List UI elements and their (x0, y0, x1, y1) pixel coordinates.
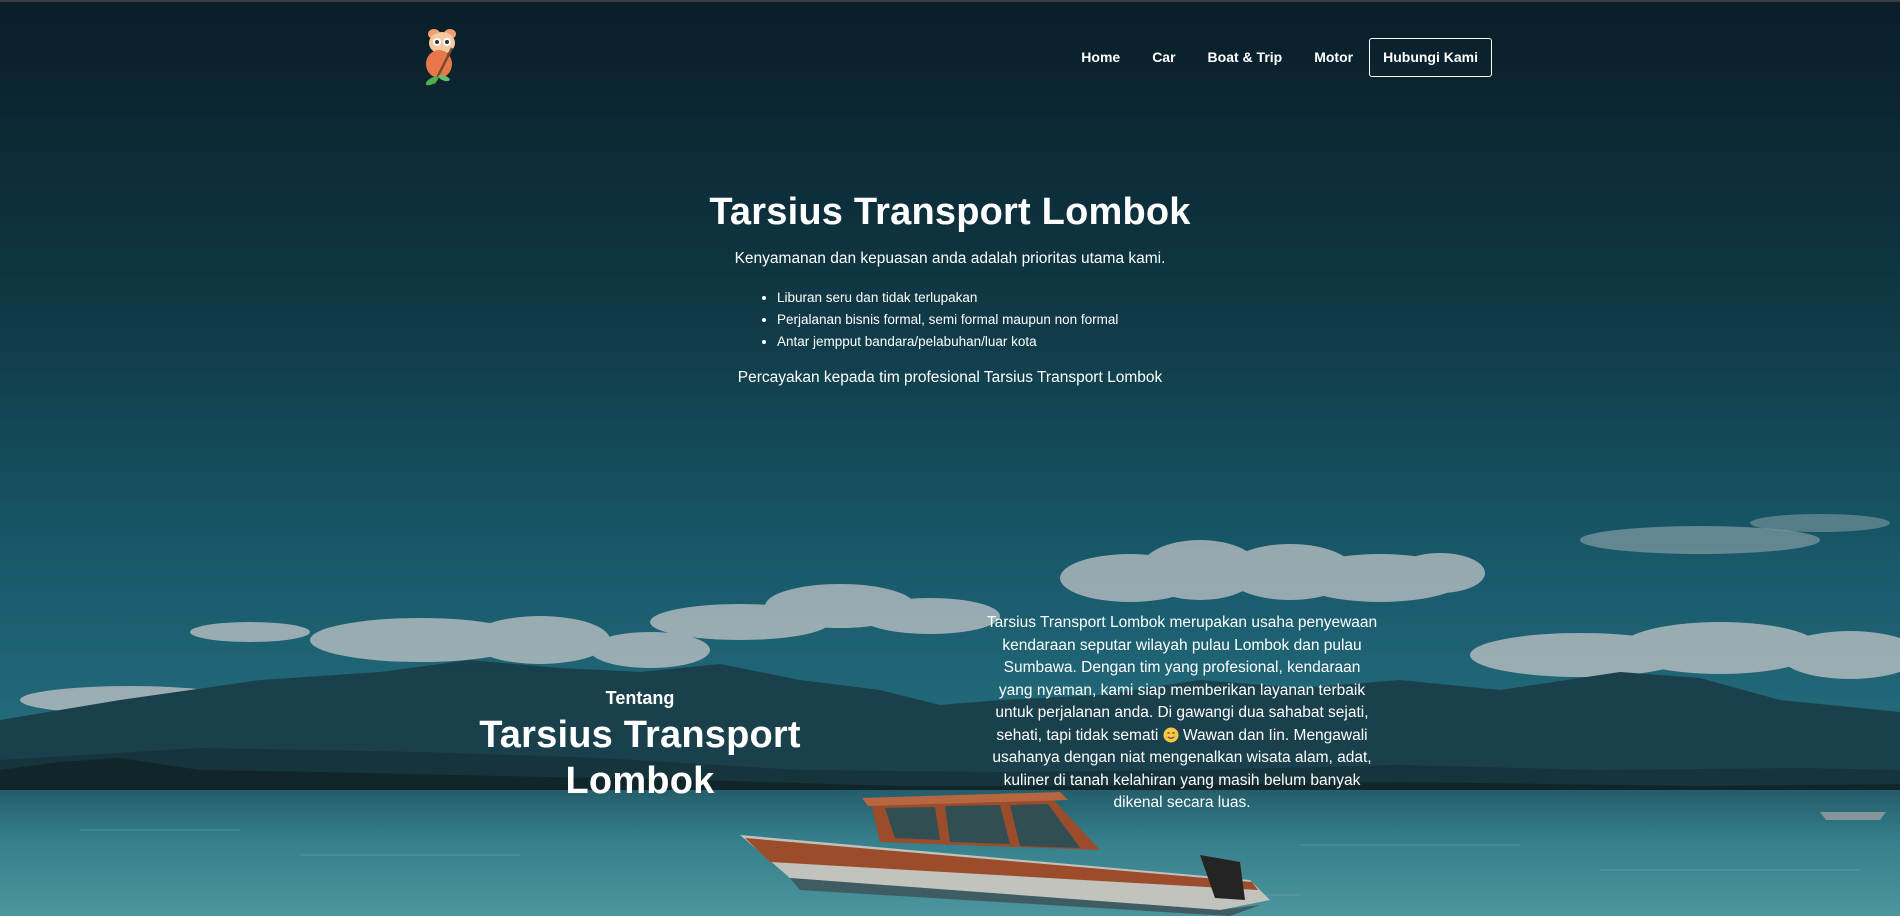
list-item: Perjalanan bisnis formal, semi formal ma… (777, 309, 1157, 331)
nav-motor[interactable]: Motor (1314, 49, 1353, 65)
hero-section: Tarsius Transport Lombok Kenyamanan dan … (0, 186, 1900, 389)
hero-subtitle: Kenyamanan dan kepuasan anda adalah prio… (734, 250, 1166, 267)
nav-boat-trip[interactable]: Boat & Trip (1208, 49, 1283, 65)
nav-car[interactable]: Car (1152, 49, 1175, 65)
hero-trust-line: Percayakan kepada tim profesional Tarsiu… (737, 369, 1163, 386)
nav-home[interactable]: Home (1081, 49, 1120, 65)
about-description: Tarsius Transport Lombok merupakan usaha… (986, 612, 1378, 815)
contact-button[interactable]: Hubungi Kami (1369, 37, 1492, 77)
main-nav: Home Car Boat & Trip Motor Hubungi Kami (1081, 36, 1492, 78)
list-item: Liburan seru dan tidak terlupakan (777, 287, 1157, 309)
about-text-part-1: Tarsius Transport Lombok merupakan usaha… (986, 614, 1378, 744)
top-border (0, 0, 1900, 2)
hero-bullet-list: Liburan seru dan tidak terlupakan Perjal… (737, 287, 1157, 353)
background-scene (0, 0, 1900, 916)
hero-title: Tarsius Transport Lombok (709, 191, 1191, 233)
smiling-face-icon (1163, 727, 1179, 742)
about-title: Tarsius Transport Lombok (479, 714, 801, 802)
tarsier-logo-icon[interactable] (418, 26, 466, 88)
about-heading: Tentang Tarsius Transport Lombok (416, 684, 864, 804)
about-kicker: Tentang (605, 688, 675, 708)
list-item: Antar jempput bandara/pelabuhan/luar kot… (777, 331, 1157, 353)
